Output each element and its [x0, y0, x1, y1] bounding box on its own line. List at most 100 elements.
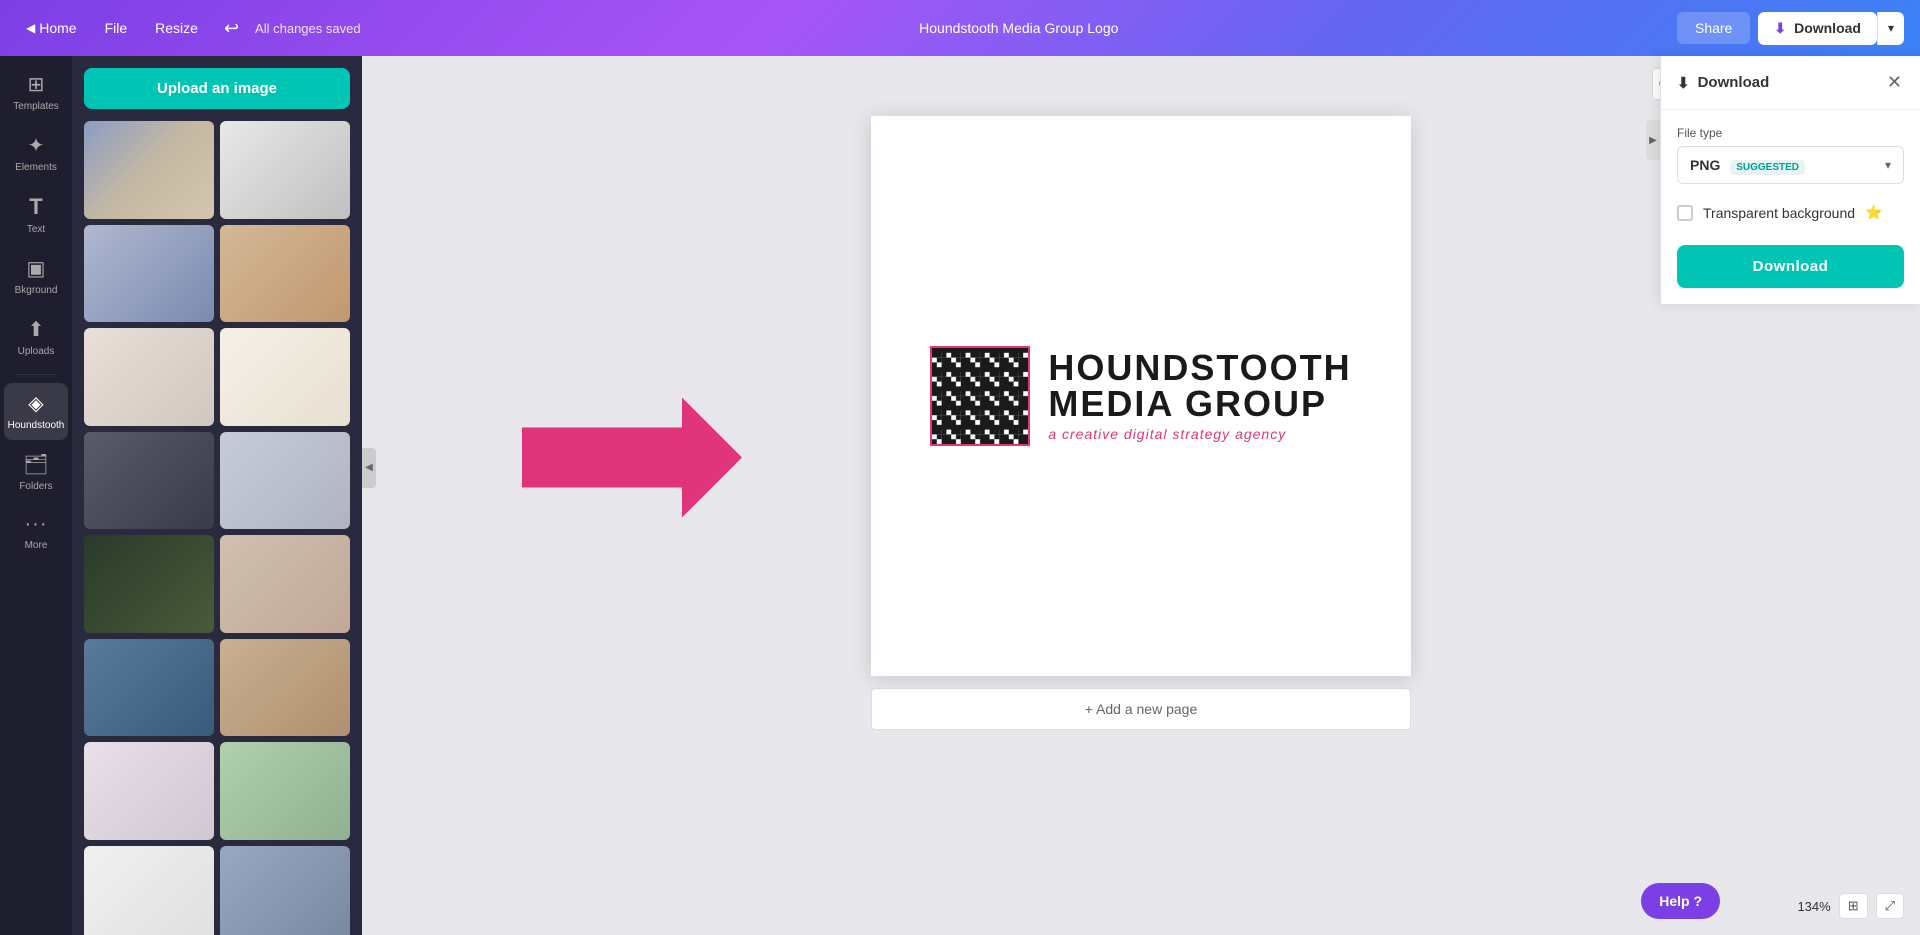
file-button[interactable]: File — [95, 14, 138, 42]
document-title: Houndstooth Media Group Logo — [373, 20, 1665, 36]
zoom-bar: 134% ⊞ ⤢ — [1797, 893, 1904, 919]
image-thumbnail-4[interactable] — [220, 225, 350, 323]
grid-view-button[interactable]: ⊞ — [1839, 893, 1868, 919]
sidebar-item-templates[interactable]: ⊞ Templates — [4, 64, 68, 121]
topbar-left: ◀ Home File Resize ↩ All changes saved — [16, 14, 361, 43]
panel-collapse-tab[interactable]: ▶ — [1646, 120, 1660, 160]
image-thumbnail-7[interactable] — [84, 432, 214, 530]
home-label: Home — [39, 20, 76, 36]
sidebar-item-more[interactable]: ··· More — [4, 505, 68, 560]
topbar-right: Share ⬇ Download ▾ — [1677, 12, 1904, 45]
houndstooth-pattern-box — [930, 346, 1030, 446]
sidebar-item-uploads[interactable]: ⬆ Uploads — [4, 309, 68, 366]
logo-line1: HOUNDSTOOTH — [1048, 350, 1351, 386]
uploads-icon: ⬆ — [28, 317, 45, 342]
download-action-label: Download — [1753, 258, 1829, 275]
download-button-group: ⬇ Download ▾ — [1758, 12, 1904, 45]
sidebar-item-text[interactable]: T Text — [4, 186, 68, 244]
image-thumbnail-8[interactable] — [220, 432, 350, 530]
panel-close-button[interactable]: ✕ — [1885, 70, 1904, 95]
text-icon: T — [29, 194, 42, 220]
download-panel-title-icon: ⬇ — [1677, 74, 1690, 92]
image-thumbnail-13[interactable] — [84, 742, 214, 840]
sidebar: ⊞ Templates ✦ Elements T Text ▣ Bkground… — [0, 56, 72, 935]
image-grid — [84, 121, 350, 935]
home-button[interactable]: ◀ Home — [16, 14, 87, 42]
sidebar-item-elements[interactable]: ✦ Elements — [4, 125, 68, 182]
expand-icon: ⤢ — [1885, 898, 1895, 913]
close-icon: ✕ — [1887, 72, 1902, 92]
download-panel-title-text: Download — [1698, 74, 1770, 91]
houndstooth-label: Houndstooth — [8, 420, 65, 432]
download-panel-body: File type PNG SUGGESTED ▾ Transparent ba… — [1661, 110, 1920, 304]
transparent-background-row: Transparent background ⭐ — [1677, 200, 1904, 225]
elements-icon: ✦ — [28, 133, 45, 158]
image-thumbnail-6[interactable] — [220, 328, 350, 426]
help-label: Help ? — [1659, 893, 1702, 909]
download-panel-header: ⬇ Download ✕ — [1661, 56, 1920, 110]
add-new-page-button[interactable]: + Add a new page — [871, 688, 1411, 730]
sidebar-item-houndstooth[interactable]: ◈ Houndstooth — [4, 383, 68, 440]
image-thumbnail-14[interactable] — [220, 742, 350, 840]
logo-tagline: a creative digital strategy agency — [1048, 426, 1351, 442]
more-icon: ··· — [25, 513, 48, 536]
image-thumbnail-9[interactable] — [84, 535, 214, 633]
transparent-background-checkbox[interactable] — [1677, 205, 1693, 221]
image-thumbnail-2[interactable] — [220, 121, 350, 219]
dropdown-arrow-icon: ▾ — [1885, 158, 1891, 172]
folders-label: Folders — [19, 481, 52, 493]
file-type-wrapper: PNG SUGGESTED ▾ — [1677, 146, 1904, 184]
image-thumbnail-16[interactable] — [220, 846, 350, 935]
save-status: All changes saved — [255, 21, 361, 36]
download-main-button[interactable]: ⬇ Download — [1758, 12, 1877, 45]
download-dropdown-button[interactable]: ▾ — [1877, 12, 1904, 45]
upload-image-button[interactable]: Upload an image — [84, 68, 350, 109]
download-panel-title: ⬇ Download — [1677, 74, 1769, 92]
image-thumbnail-10[interactable] — [220, 535, 350, 633]
text-label: Text — [27, 224, 45, 236]
file-type-label: File type — [1677, 126, 1904, 140]
download-icon: ⬇ — [1774, 20, 1786, 37]
background-label: Bkground — [15, 285, 58, 297]
fullscreen-button[interactable]: ⤢ — [1876, 893, 1904, 919]
houndstooth-icon: ◈ — [28, 391, 43, 416]
resize-label: Resize — [155, 20, 198, 36]
folders-icon: 🗂 — [23, 452, 48, 477]
image-thumbnail-12[interactable] — [220, 639, 350, 737]
decorative-arrow — [522, 398, 742, 523]
grid-icon: ⊞ — [1848, 898, 1859, 913]
image-thumbnail-11[interactable] — [84, 639, 214, 737]
image-thumbnail-3[interactable] — [84, 225, 214, 323]
premium-crown-icon: ⭐ — [1865, 204, 1882, 221]
topbar: ◀ Home File Resize ↩ All changes saved H… — [0, 0, 1920, 56]
download-action-button[interactable]: Download — [1677, 245, 1904, 288]
share-label: Share — [1695, 20, 1732, 36]
download-panel: ⬇ Download ✕ File type PNG SUGGESTED ▾ T… — [1660, 56, 1920, 304]
resize-button[interactable]: Resize — [145, 14, 208, 42]
upload-panel: Upload an image — [72, 56, 362, 935]
share-button[interactable]: Share — [1677, 12, 1750, 44]
download-label: Download — [1794, 20, 1861, 36]
panel-collapse-handle[interactable]: ◀ — [362, 448, 376, 488]
upload-button-label: Upload an image — [157, 80, 277, 97]
image-thumbnail-15[interactable] — [84, 846, 214, 935]
sidebar-divider — [16, 374, 56, 375]
image-thumbnail-5[interactable] — [84, 328, 214, 426]
suggested-badge: SUGGESTED — [1730, 160, 1805, 175]
sidebar-item-folders[interactable]: 🗂 Folders — [4, 444, 68, 501]
logo-line2: MEDIA GROUP — [1048, 386, 1351, 422]
undo-icon: ↩ — [224, 18, 239, 38]
help-button[interactable]: Help ? — [1641, 883, 1720, 919]
canvas-page: HOUNDSTOOTH MEDIA GROUP a creative digit… — [871, 116, 1411, 676]
file-label: File — [105, 20, 128, 36]
more-label: More — [25, 540, 48, 552]
templates-label: Templates — [13, 101, 59, 113]
logo-main-text: HOUNDSTOOTH MEDIA GROUP — [1048, 350, 1351, 422]
download-dropdown-icon: ▾ — [1888, 21, 1894, 35]
undo-button[interactable]: ↩ — [216, 14, 247, 43]
logo-container: HOUNDSTOOTH MEDIA GROUP a creative digit… — [890, 306, 1391, 486]
file-type-selector[interactable]: PNG SUGGESTED ▾ — [1677, 146, 1904, 184]
add-page-label: + Add a new page — [1085, 701, 1198, 717]
sidebar-item-background[interactable]: ▣ Bkground — [4, 248, 68, 305]
image-thumbnail-1[interactable] — [84, 121, 214, 219]
